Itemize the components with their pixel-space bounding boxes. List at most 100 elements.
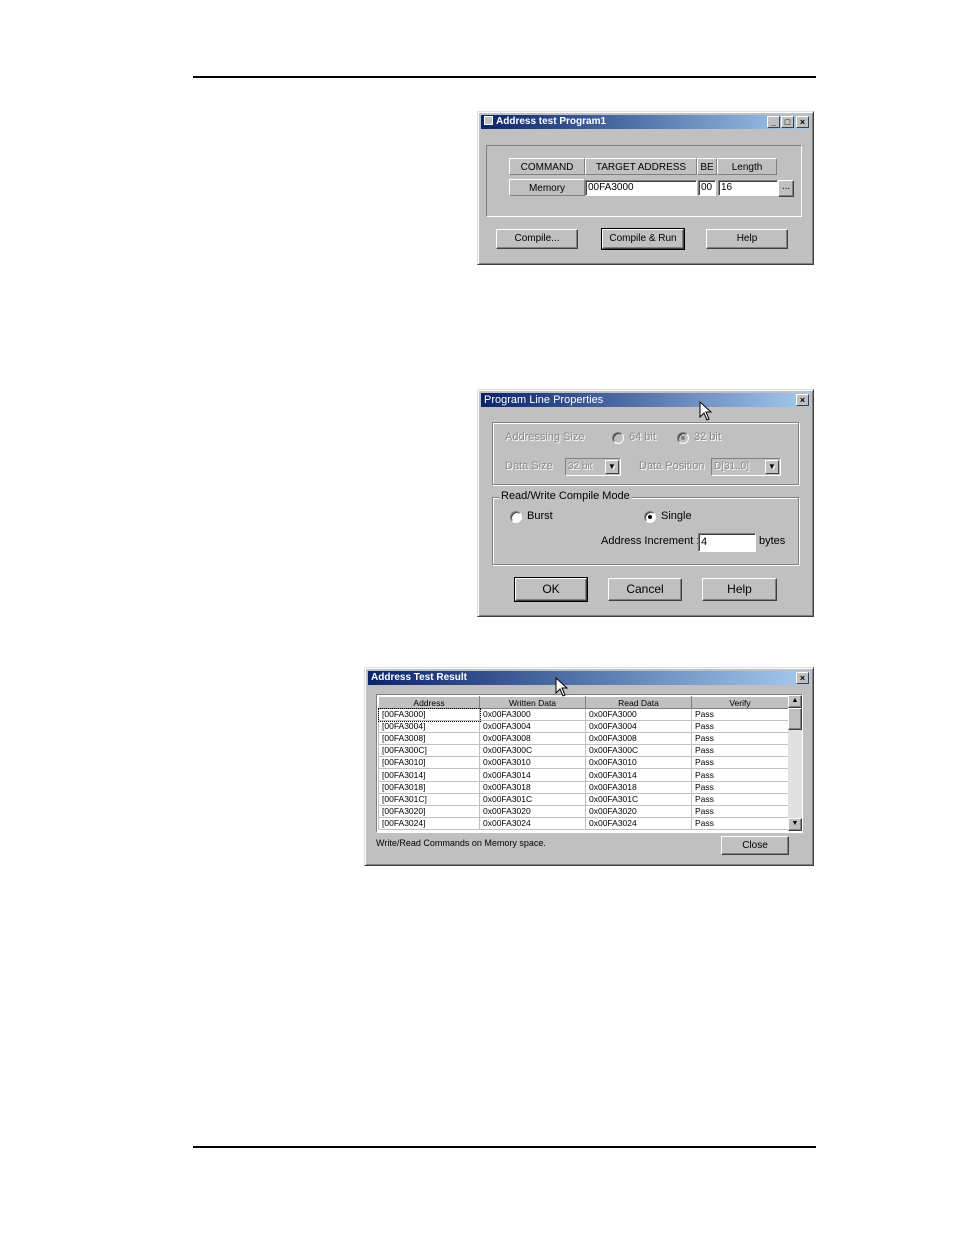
results-table: Address Written Data Read Data Verify [0… xyxy=(377,696,789,830)
table-row[interactable]: [00FA300C] 0x00FA300C 0x00FA300C Pass xyxy=(378,744,789,758)
mouse-pointer-icon xyxy=(699,400,713,421)
table-row[interactable]: [00FA3000] 0x00FA3000 0x00FA3000 Pass xyxy=(377,707,789,722)
cell-read-data: 0x00FA3020 xyxy=(585,804,692,818)
cell-read-data: 0x00FA3010 xyxy=(585,756,692,770)
footer-rule xyxy=(193,1146,816,1148)
close-dialog-button[interactable]: Close xyxy=(721,836,789,855)
table-row[interactable]: [00FA3008] 0x00FA3008 0x00FA3008 Pass xyxy=(378,732,789,746)
radio-single[interactable] xyxy=(644,511,656,523)
address-increment-label: Address Increment : xyxy=(601,535,700,547)
cell-written-data: 0x00FA3004 xyxy=(479,720,586,734)
scroll-up-button[interactable]: ▲ xyxy=(788,695,802,708)
data-position-select[interactable]: D[31..0] ▼ xyxy=(711,458,781,476)
scroll-thumb[interactable] xyxy=(788,708,802,730)
program-line-properties-window: Program Line Properties × Addressing Siz… xyxy=(477,389,814,617)
column-header-address: Address xyxy=(378,696,480,709)
table-row[interactable]: [00FA3018] 0x00FA3018 0x00FA3018 Pass xyxy=(378,780,789,794)
address-test-result-window: Address Test Result × Address Written Da… xyxy=(364,667,814,866)
help-button[interactable]: Help xyxy=(702,578,777,601)
ok-button[interactable]: OK xyxy=(514,577,588,602)
cell-verify: Pass xyxy=(691,768,789,782)
cell-written-data: 0x00FA3020 xyxy=(479,804,586,818)
data-position-value: D[31..0] xyxy=(714,461,750,472)
column-header-length: Length xyxy=(717,158,777,175)
cell-read-data: 0x00FA301C xyxy=(585,792,692,806)
cell-verify: Pass xyxy=(691,780,789,794)
column-header-command: COMMAND xyxy=(509,158,585,175)
radio-64bit[interactable] xyxy=(612,432,624,444)
cell-written-data: 0x00FA3018 xyxy=(479,780,586,794)
table-row[interactable]: [00FA3010] 0x00FA3010 0x00FA3010 Pass xyxy=(378,756,789,770)
radio-32bit[interactable] xyxy=(677,432,689,444)
compile-run-button[interactable]: Compile & Run xyxy=(601,228,685,250)
maximize-button[interactable]: □ xyxy=(781,116,794,128)
cell-read-data: 0x00FA3000 xyxy=(585,707,692,722)
cell-address: [00FA3020] xyxy=(378,804,480,818)
column-header-written-data: Written Data xyxy=(479,696,586,709)
cell-verify: Pass xyxy=(691,744,789,758)
table-row[interactable]: [00FA3004] 0x00FA3004 0x00FA3004 Pass xyxy=(378,720,789,734)
address-increment-input[interactable]: 4 xyxy=(698,533,756,552)
table-row[interactable]: [00FA3024] 0x00FA3024 0x00FA3024 Pass xyxy=(378,816,789,830)
status-text: Write/Read Commands on Memory space. xyxy=(376,838,546,848)
column-header-target-address: TARGET ADDRESS xyxy=(585,158,697,175)
radio-32bit-label: 32 bit xyxy=(694,431,721,443)
cell-address: [00FA300C] xyxy=(378,744,480,758)
cell-verify: Pass xyxy=(691,804,789,818)
cell-verify: Pass xyxy=(691,792,789,806)
close-button[interactable]: × xyxy=(796,672,809,684)
minimize-button[interactable]: _ xyxy=(767,116,780,128)
cell-address: [00FA3014] xyxy=(378,768,480,782)
window-title: Address Test Result xyxy=(371,672,467,683)
program-line-properties-titlebar: Program Line Properties × xyxy=(481,393,810,407)
radio-burst[interactable] xyxy=(510,511,522,523)
cell-read-data: 0x00FA300C xyxy=(585,744,692,758)
cell-verify: Pass xyxy=(691,707,789,722)
scroll-down-button[interactable]: ▼ xyxy=(788,818,802,831)
cell-read-data: 0x00FA3008 xyxy=(585,732,692,746)
target-address-field[interactable]: 00FA3000 xyxy=(585,180,697,196)
dropdown-arrow-icon: ▼ xyxy=(605,460,619,474)
command-cell[interactable]: Memory xyxy=(509,179,585,196)
address-test-program-window: Address test Program1 _ □ × COMMAND TARG… xyxy=(477,111,814,265)
cell-written-data: 0x00FA301C xyxy=(479,792,586,806)
radio-single-label: Single xyxy=(661,510,692,522)
close-button[interactable]: × xyxy=(796,116,809,128)
cell-verify: Pass xyxy=(691,732,789,746)
compile-mode-label: Read/Write Compile Mode xyxy=(499,490,632,502)
table-row[interactable]: [00FA301C] 0x00FA301C 0x00FA301C Pass xyxy=(378,792,789,806)
app-icon xyxy=(484,116,493,125)
window-title: Program Line Properties xyxy=(484,394,604,406)
cell-written-data: 0x00FA3008 xyxy=(479,732,586,746)
data-size-select[interactable]: 32 bit ▼ xyxy=(565,458,621,476)
be-field[interactable]: 00 xyxy=(698,180,716,196)
data-size-value: 32 bit xyxy=(568,461,593,472)
cell-address: [00FA3010] xyxy=(378,756,480,770)
data-size-label: Data Size xyxy=(505,460,553,472)
compile-mode-group xyxy=(492,497,799,565)
cell-address: [00FA301C] xyxy=(378,792,480,806)
cell-read-data: 0x00FA3014 xyxy=(585,768,692,782)
help-button[interactable]: Help xyxy=(706,229,788,249)
cell-read-data: 0x00FA3018 xyxy=(585,780,692,794)
table-row[interactable]: [00FA3014] 0x00FA3014 0x00FA3014 Pass xyxy=(378,768,789,782)
radio-64bit-label: 64 bit xyxy=(629,431,656,443)
header-rule xyxy=(193,76,816,78)
compile-button[interactable]: Compile... xyxy=(496,229,578,249)
cell-read-data: 0x00FA3024 xyxy=(585,816,692,830)
column-header-be: BE xyxy=(697,158,717,175)
cell-address: [00FA3018] xyxy=(378,780,480,794)
cell-written-data: 0x00FA300C xyxy=(479,744,586,758)
data-position-label: Data Position xyxy=(639,460,705,472)
cell-written-data: 0x00FA3014 xyxy=(479,768,586,782)
length-field[interactable]: 16 xyxy=(718,180,778,196)
dropdown-arrow-icon: ▼ xyxy=(765,460,779,474)
close-button[interactable]: × xyxy=(796,394,809,406)
table-row[interactable]: [00FA3020] 0x00FA3020 0x00FA3020 Pass xyxy=(378,804,789,818)
addressing-size-label: Addressing Size xyxy=(505,431,585,443)
more-options-button[interactable]: ... xyxy=(778,180,794,197)
cell-verify: Pass xyxy=(691,720,789,734)
cancel-button[interactable]: Cancel xyxy=(608,578,682,601)
vertical-scrollbar[interactable]: ▲ ▼ xyxy=(788,695,802,831)
column-header-verify: Verify xyxy=(691,696,789,709)
